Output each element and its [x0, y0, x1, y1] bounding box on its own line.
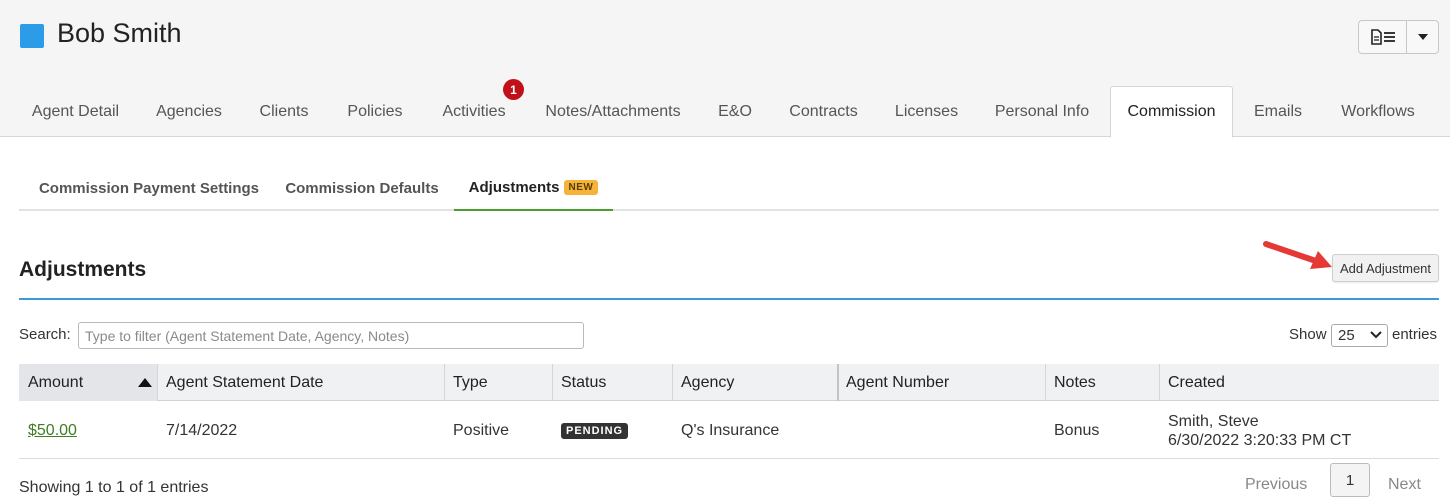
subtab-commission-defaults[interactable]: Commission Defaults [271, 166, 453, 211]
entries-per-page-value: 25 [1338, 327, 1355, 344]
search-label: Search: [19, 326, 71, 343]
created-at: 6/30/2022 3:20:33 PM CT [1168, 431, 1352, 449]
tab-commission[interactable]: Commission [1110, 86, 1233, 138]
previous-page-button[interactable]: Previous [1245, 476, 1307, 494]
tab-licenses[interactable]: Licenses [883, 86, 970, 137]
search-input[interactable] [78, 322, 584, 349]
show-label: Show [1289, 326, 1327, 343]
chevron-down-icon [1370, 331, 1382, 339]
column-header-agency[interactable]: Agency [672, 364, 837, 401]
created-by: Smith, Steve [1168, 412, 1259, 430]
annotation-arrow-icon [1263, 241, 1332, 269]
agent-name: Bob Smith [57, 18, 182, 48]
notes-cell: Bonus [1054, 421, 1100, 439]
column-divider [157, 364, 158, 401]
created-cell: Smith, Steve 6/30/2022 3:20:33 PM CT [1159, 402, 1439, 459]
agent-color-icon [20, 24, 44, 48]
activities-count-badge: 1 [503, 79, 524, 100]
sort-ascending-icon [138, 378, 152, 387]
commission-subtabs: Commission Payment Settings Commission D… [19, 166, 1439, 211]
column-header-type[interactable]: Type [444, 364, 552, 401]
statement-date-cell: 7/14/2022 [166, 421, 238, 439]
column-header-created[interactable]: Created [1159, 364, 1439, 401]
agent-number-cell [837, 402, 1045, 459]
tab-agencies[interactable]: Agencies [143, 86, 235, 137]
caret-down-icon [1417, 34, 1428, 40]
column-divider [672, 364, 673, 401]
tab-notes-attachments[interactable]: Notes/Attachments [532, 86, 694, 137]
tab-policies[interactable]: Policies [334, 86, 416, 137]
status-badge: PENDING [561, 422, 629, 439]
status-cell: PENDING [552, 402, 672, 459]
amount-link[interactable]: $50.00 [28, 422, 77, 440]
column-header-status[interactable]: Status [552, 364, 672, 401]
view-dropdown-toggle[interactable] [1407, 21, 1438, 53]
amount-cell: $50.00 [19, 402, 157, 459]
new-badge: NEW [563, 180, 599, 195]
page-1-button[interactable]: 1 [1330, 463, 1370, 497]
column-header-amount-label: Amount [28, 373, 84, 391]
section-divider [19, 298, 1439, 300]
column-divider [444, 364, 445, 401]
next-page-button[interactable]: Next [1388, 476, 1421, 494]
subtab-adjustments[interactable]: Adjustments NEW [454, 166, 613, 211]
column-divider [837, 364, 839, 401]
main-tabs: Agent Detail Agencies Clients Policies A… [0, 86, 1450, 138]
column-header-agent-number[interactable]: Agent Number [837, 364, 1045, 401]
entries-per-page-select[interactable]: 25 [1331, 324, 1388, 347]
column-header-amount[interactable]: Amount [19, 364, 157, 401]
table-row[interactable]: $50.00 7/14/2022 Positive PENDING Q's In… [19, 402, 1439, 459]
agency-cell: Q's Insurance [681, 421, 780, 439]
tab-contracts[interactable]: Contracts [776, 86, 871, 137]
column-divider [1045, 364, 1046, 401]
document-list-icon [1370, 29, 1395, 45]
entries-label: entries [1392, 326, 1438, 343]
table-info: Showing 1 to 1 of 1 entries [19, 479, 209, 496]
tab-workflows[interactable]: Workflows [1327, 86, 1429, 137]
column-divider [552, 364, 553, 401]
section-title: Adjustments [19, 258, 147, 281]
document-list-button[interactable] [1359, 21, 1407, 53]
tab-eo[interactable]: E&O [706, 86, 764, 137]
table-header: Amount Agent Statement Date Type Status … [19, 364, 1439, 401]
column-divider [1159, 364, 1160, 401]
add-adjustment-button[interactable]: Add Adjustment [1332, 254, 1439, 282]
tab-emails[interactable]: Emails [1241, 86, 1315, 137]
subtab-commission-payment-settings[interactable]: Commission Payment Settings [19, 166, 279, 211]
type-cell: Positive [453, 421, 510, 439]
view-options-button-group[interactable] [1358, 20, 1439, 54]
tab-agent-detail[interactable]: Agent Detail [19, 86, 132, 137]
tab-personal-info[interactable]: Personal Info [982, 86, 1102, 137]
subtab-adjustments-label: Adjustments [468, 179, 560, 196]
column-header-notes[interactable]: Notes [1045, 364, 1159, 401]
tab-clients[interactable]: Clients [246, 86, 322, 137]
column-header-agent-statement-date[interactable]: Agent Statement Date [157, 364, 444, 401]
